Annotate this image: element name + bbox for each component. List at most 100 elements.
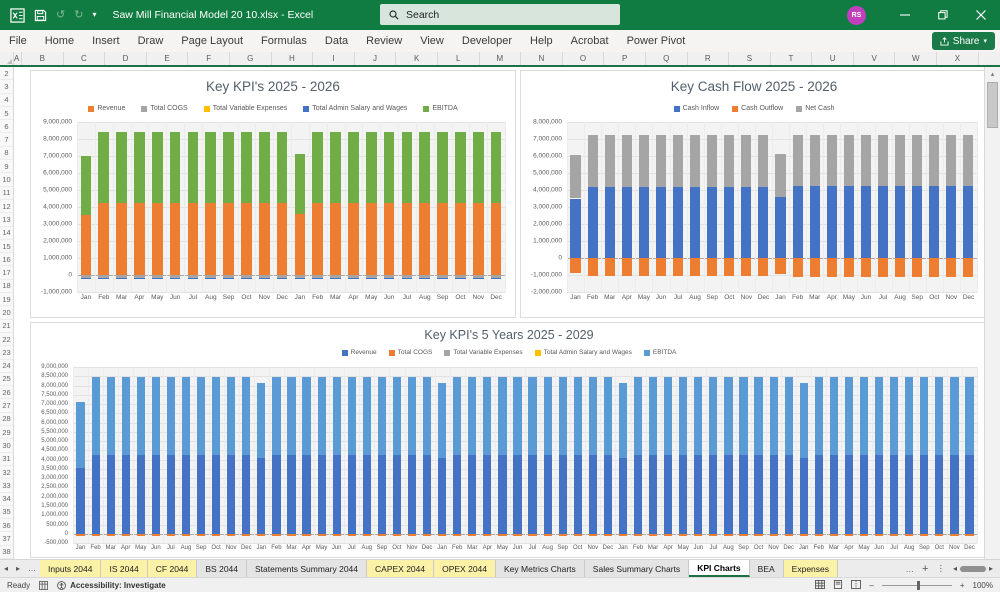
row-header-32[interactable]: 32: [0, 466, 13, 479]
column-header-c[interactable]: C: [64, 52, 106, 65]
row-header-25[interactable]: 25: [0, 373, 13, 386]
sheet-tab-key-metrics-charts[interactable]: Key Metrics Charts: [496, 560, 585, 577]
column-header-u[interactable]: U: [812, 52, 854, 65]
macro-record-icon[interactable]: [39, 581, 48, 590]
qat-customize-icon[interactable]: ▾: [92, 11, 96, 19]
avatar[interactable]: RS: [847, 6, 866, 25]
column-header-r[interactable]: R: [688, 52, 730, 65]
row-header-23[interactable]: 23: [0, 346, 13, 359]
sheet-nav-right-icon[interactable]: ▸: [12, 560, 24, 577]
tabstrip-splitter-icon[interactable]: ⋮: [936, 563, 945, 574]
column-header-t[interactable]: T: [771, 52, 813, 65]
sheet-tab-bea[interactable]: BEA: [750, 560, 784, 577]
row-header-31[interactable]: 31: [0, 453, 13, 466]
row-header-6[interactable]: 6: [0, 120, 13, 133]
column-header-x[interactable]: X: [937, 52, 979, 65]
ribbon-tab-draw[interactable]: Draw: [129, 30, 173, 52]
row-header-22[interactable]: 22: [0, 333, 13, 346]
ribbon-tab-help[interactable]: Help: [521, 30, 562, 52]
chart-key-kpi-s-2025-2026[interactable]: Key KPI's 2025 - 2026RevenueTotal COGSTo…: [30, 70, 516, 318]
add-sheet-button[interactable]: +: [922, 563, 928, 575]
row-header-18[interactable]: 18: [0, 280, 13, 293]
column-header-h[interactable]: H: [272, 52, 314, 65]
ribbon-tab-formulas[interactable]: Formulas: [252, 30, 316, 52]
zoom-slider-thumb[interactable]: [917, 581, 920, 590]
row-header-21[interactable]: 21: [0, 320, 13, 333]
column-header-w[interactable]: W: [895, 52, 937, 65]
sheet-nav-left-icon[interactable]: ◂: [0, 560, 12, 577]
column-header-b[interactable]: B: [22, 52, 64, 65]
row-header-20[interactable]: 20: [0, 306, 13, 319]
row-header-16[interactable]: 16: [0, 253, 13, 266]
row-header-28[interactable]: 28: [0, 413, 13, 426]
sheet-tab-statements-summary-2044[interactable]: Statements Summary 2044: [247, 560, 367, 577]
sheet-tab-opex-2044[interactable]: OPEX 2044: [434, 560, 496, 577]
row-header-17[interactable]: 17: [0, 266, 13, 279]
accessibility-status[interactable]: Accessibility: Investigate: [57, 581, 166, 590]
ribbon-tab-power-pivot[interactable]: Power Pivot: [618, 30, 695, 52]
ribbon-tab-home[interactable]: Home: [36, 30, 83, 52]
row-header-38[interactable]: 38: [0, 546, 13, 559]
search-input[interactable]: Search: [380, 4, 620, 25]
zoom-slider[interactable]: [882, 585, 952, 586]
undo-icon[interactable]: ↺: [56, 10, 65, 21]
sheet-tab-sales-summary-charts[interactable]: Sales Summary Charts: [585, 560, 689, 577]
zoom-in-button[interactable]: +: [960, 581, 965, 590]
column-header-p[interactable]: P: [604, 52, 646, 65]
column-header-f[interactable]: F: [188, 52, 230, 65]
column-header-m[interactable]: M: [480, 52, 522, 65]
column-header-j[interactable]: J: [355, 52, 397, 65]
horizontal-scrollbar[interactable]: ◂ ▸: [953, 564, 993, 573]
select-all-corner[interactable]: [0, 52, 14, 65]
row-header-27[interactable]: 27: [0, 399, 13, 412]
close-icon[interactable]: [962, 0, 1000, 30]
sheet-tab-cf-2044[interactable]: CF 2044: [148, 560, 198, 577]
sheet-nav-more-icon[interactable]: …: [24, 560, 40, 577]
restore-button[interactable]: [924, 0, 962, 30]
redo-icon[interactable]: ↻: [74, 10, 83, 21]
column-header-g[interactable]: G: [230, 52, 272, 65]
share-button[interactable]: Share ▾: [932, 32, 995, 50]
ribbon-tab-page-layout[interactable]: Page Layout: [172, 30, 252, 52]
column-header-n[interactable]: N: [521, 52, 563, 65]
chart-key-kpi-s-5-years-2025-2029[interactable]: Key KPI's 5 Years 2025 - 2029RevenueTota…: [30, 322, 984, 558]
column-header-k[interactable]: K: [396, 52, 438, 65]
hscroll-left-icon[interactable]: ◂: [953, 564, 957, 573]
row-header-35[interactable]: 35: [0, 506, 13, 519]
ribbon-tab-file[interactable]: File: [0, 30, 36, 52]
row-header-3[interactable]: 3: [0, 80, 13, 93]
ribbon-tab-review[interactable]: Review: [357, 30, 411, 52]
zoom-level[interactable]: 100%: [973, 581, 993, 590]
minimize-button[interactable]: [886, 0, 924, 30]
row-header-15[interactable]: 15: [0, 240, 13, 253]
row-header-14[interactable]: 14: [0, 227, 13, 240]
row-header-30[interactable]: 30: [0, 439, 13, 452]
row-header-2[interactable]: 2: [0, 67, 13, 80]
column-header-s[interactable]: S: [729, 52, 771, 65]
column-header-i[interactable]: I: [313, 52, 355, 65]
excel-app-icon[interactable]: [10, 8, 25, 23]
row-header-5[interactable]: 5: [0, 107, 13, 120]
column-header-a[interactable]: A: [14, 52, 22, 65]
ribbon-tab-developer[interactable]: Developer: [453, 30, 521, 52]
row-header-8[interactable]: 8: [0, 147, 13, 160]
ribbon-tab-insert[interactable]: Insert: [83, 30, 129, 52]
sheet-canvas[interactable]: Key KPI's 2025 - 2026RevenueTotal COGSTo…: [14, 67, 984, 559]
more-sheets-icon[interactable]: …: [906, 564, 915, 574]
sheet-tab-is-2044[interactable]: IS 2044: [101, 560, 147, 577]
ribbon-tab-acrobat[interactable]: Acrobat: [562, 30, 618, 52]
row-header-19[interactable]: 19: [0, 293, 13, 306]
column-header-l[interactable]: L: [438, 52, 480, 65]
vertical-scrollbar[interactable]: ▴: [984, 67, 1000, 559]
row-header-7[interactable]: 7: [0, 133, 13, 146]
sheet-tab-expenses[interactable]: Expenses: [784, 560, 838, 577]
row-header-29[interactable]: 29: [0, 426, 13, 439]
scroll-up-icon[interactable]: ▴: [985, 67, 1000, 80]
sheet-tab-inputs-2044[interactable]: Inputs 2044: [40, 560, 101, 577]
sheet-tab-capex-2044[interactable]: CAPEX 2044: [367, 560, 434, 577]
row-header-9[interactable]: 9: [0, 160, 13, 173]
sheet-tab-bs-2044[interactable]: BS 2044: [197, 560, 247, 577]
save-icon[interactable]: [34, 9, 47, 22]
row-header-34[interactable]: 34: [0, 493, 13, 506]
row-header-12[interactable]: 12: [0, 200, 13, 213]
